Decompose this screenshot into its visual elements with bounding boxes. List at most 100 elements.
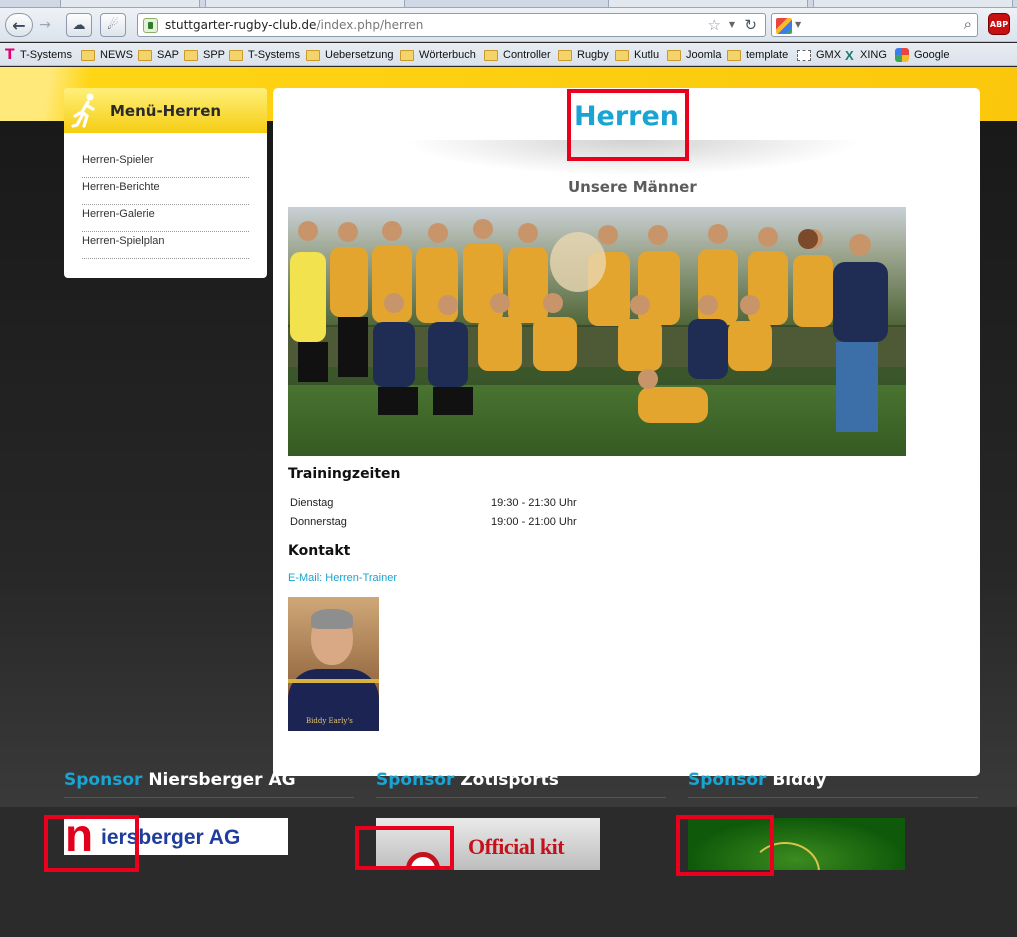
sponsor-prefix: Sponsor bbox=[688, 770, 767, 790]
browser-tab[interactable] bbox=[608, 0, 808, 8]
bookmark-folder[interactable]: Kutlu bbox=[615, 47, 659, 63]
reload-icon[interactable]: ↻ bbox=[744, 16, 757, 34]
magnifier-icon[interactable]: ⌕ bbox=[964, 15, 972, 33]
bookmark-folder[interactable]: Joomla bbox=[667, 47, 721, 63]
shirt-caption: Biddy Early's bbox=[306, 717, 353, 725]
sponsor-name: Niersberger AG bbox=[148, 770, 296, 790]
bookmark-label: SPP bbox=[203, 49, 226, 61]
arrow-right-icon: → bbox=[39, 17, 51, 33]
bookmark-folder[interactable]: Uebersetzung bbox=[306, 47, 394, 63]
photo-shirt-stripe bbox=[288, 679, 379, 683]
folder-icon bbox=[484, 49, 498, 61]
forward-button[interactable]: → bbox=[34, 13, 56, 37]
gmx-icon bbox=[797, 49, 811, 61]
team-group-figures bbox=[288, 219, 906, 432]
bookmark-label: Uebersetzung bbox=[325, 49, 394, 61]
highlight-box bbox=[44, 815, 139, 872]
url-text[interactable]: stuttgarter-rugby-club.de/index.php/herr… bbox=[165, 18, 423, 32]
xing-icon: X bbox=[845, 47, 854, 63]
training-day: Donnerstag bbox=[290, 516, 347, 528]
bookmark-folder[interactable]: T-Systems bbox=[229, 47, 300, 63]
dropdown-arrow-icon[interactable]: ▼ bbox=[729, 20, 735, 29]
bookmark-folder[interactable]: Rugby bbox=[558, 47, 609, 63]
bookmark-label: NEWS bbox=[100, 49, 133, 61]
browser-tab[interactable] bbox=[205, 0, 405, 8]
bookmark-item[interactable]: Google bbox=[895, 47, 949, 63]
bookmark-label: Kutlu bbox=[634, 49, 660, 61]
folder-icon bbox=[615, 49, 629, 61]
google-search-icon[interactable] bbox=[776, 18, 792, 34]
main-content: Herren Unsere Männer Trainingzeiten Dien… bbox=[273, 88, 980, 776]
folder-icon bbox=[81, 49, 95, 61]
bookmark-folder[interactable]: Controller bbox=[484, 47, 551, 63]
sidebar-item-herren-berichte[interactable]: Herren-Berichte bbox=[82, 178, 249, 205]
browser-tab[interactable] bbox=[813, 0, 1013, 8]
rocket-icon: ☄ bbox=[107, 17, 119, 33]
bookmark-label: T-Systems bbox=[20, 49, 72, 61]
arrow-left-icon: ← bbox=[12, 15, 26, 35]
sidebar-title: Menü-Herren bbox=[110, 102, 222, 120]
sidebar-item-herren-spielplan[interactable]: Herren-Spielplan bbox=[82, 232, 249, 259]
bookmark-folder[interactable]: SAP bbox=[138, 47, 179, 63]
adblock-icon[interactable]: ABP bbox=[988, 13, 1010, 35]
bookmark-folder[interactable]: template bbox=[727, 47, 788, 63]
team-photo[interactable] bbox=[288, 207, 906, 456]
bookmark-label: Rugby bbox=[577, 49, 609, 61]
training-time: 19:30 - 21:30 Uhr bbox=[491, 497, 577, 509]
bookmark-label: SAP bbox=[157, 49, 180, 61]
url-bar[interactable]: stuttgarter-rugby-club.de/index.php/herr… bbox=[137, 13, 766, 37]
back-button[interactable]: ← bbox=[5, 13, 33, 37]
addon-button[interactable]: ☁ bbox=[66, 13, 92, 37]
training-heading: Trainingzeiten bbox=[288, 466, 401, 482]
sponsor-name: Zotisports bbox=[460, 770, 559, 790]
tsystems-icon: T bbox=[5, 46, 15, 63]
folder-icon bbox=[667, 49, 681, 61]
browser-tab[interactable] bbox=[60, 0, 200, 8]
divider bbox=[376, 797, 666, 798]
sponsor-name: Biddy bbox=[772, 770, 827, 790]
highlight-box bbox=[567, 89, 689, 161]
sidebar-item-herren-galerie[interactable]: Herren-Galerie bbox=[82, 205, 249, 232]
sponsor-heading: Sponsor Biddy bbox=[688, 770, 827, 790]
bookmark-item[interactable]: T T-Systems bbox=[5, 47, 72, 63]
page-subtitle: Unsere Männer bbox=[568, 178, 697, 196]
bookmark-label: Google bbox=[914, 49, 950, 61]
photo-hair bbox=[311, 609, 353, 629]
bookmark-folder[interactable]: SPP bbox=[184, 47, 225, 63]
trainer-photo[interactable]: Biddy Early's bbox=[288, 597, 379, 731]
url-domain: stuttgarter-rugby-club.de bbox=[165, 18, 317, 32]
bookmark-label: GMX bbox=[816, 49, 842, 61]
sidebar-menu: Menü-Herren Herren-Spieler Herren-Berich… bbox=[64, 88, 267, 278]
training-day: Dienstag bbox=[290, 497, 334, 509]
sidebar-item-herren-spieler[interactable]: Herren-Spieler bbox=[82, 151, 249, 178]
search-bar[interactable]: ▼ ⌕ bbox=[771, 13, 978, 37]
sponsor-heading: Sponsor Zotisports bbox=[376, 770, 559, 790]
bookmark-folder[interactable]: NEWS bbox=[81, 47, 133, 63]
training-time: 19:00 - 21:00 Uhr bbox=[491, 516, 577, 528]
sponsor-heading: Sponsor Niersberger AG bbox=[64, 770, 296, 790]
folder-icon bbox=[138, 49, 152, 61]
bookmark-item[interactable]: GMX bbox=[797, 47, 841, 63]
navigation-toolbar: ← → ☁ ☄ stuttgarter-rugby-club.de/index.… bbox=[0, 8, 1017, 42]
bookmark-folder[interactable]: Wörterbuch bbox=[400, 47, 476, 63]
web-page: Menü-Herren Herren-Spieler Herren-Berich… bbox=[0, 67, 1017, 937]
contact-heading: Kontakt bbox=[288, 543, 351, 559]
folder-icon bbox=[727, 49, 741, 61]
dropdown-arrow-icon[interactable]: ▼ bbox=[795, 20, 801, 29]
bookmark-label: XING bbox=[860, 49, 887, 61]
bookmark-item[interactable]: X XING bbox=[845, 47, 887, 63]
logo-text: Official kit bbox=[468, 834, 565, 859]
site-favicon-icon bbox=[143, 18, 158, 33]
folder-icon bbox=[229, 49, 243, 61]
folder-icon bbox=[184, 49, 198, 61]
bookmark-label: Joomla bbox=[686, 49, 722, 61]
sidebar-header: Menü-Herren bbox=[64, 88, 267, 133]
bookmark-label: T-Systems bbox=[248, 49, 300, 61]
star-icon[interactable]: ☆ bbox=[708, 16, 721, 34]
sync-button[interactable]: ☄ bbox=[100, 13, 126, 37]
bookmark-label: Controller bbox=[503, 49, 551, 61]
highlight-box bbox=[676, 815, 774, 876]
trainer-email-link[interactable]: E-Mail: Herren-Trainer bbox=[288, 572, 397, 584]
google-icon bbox=[895, 48, 909, 62]
sponsor-prefix: Sponsor bbox=[64, 770, 143, 790]
